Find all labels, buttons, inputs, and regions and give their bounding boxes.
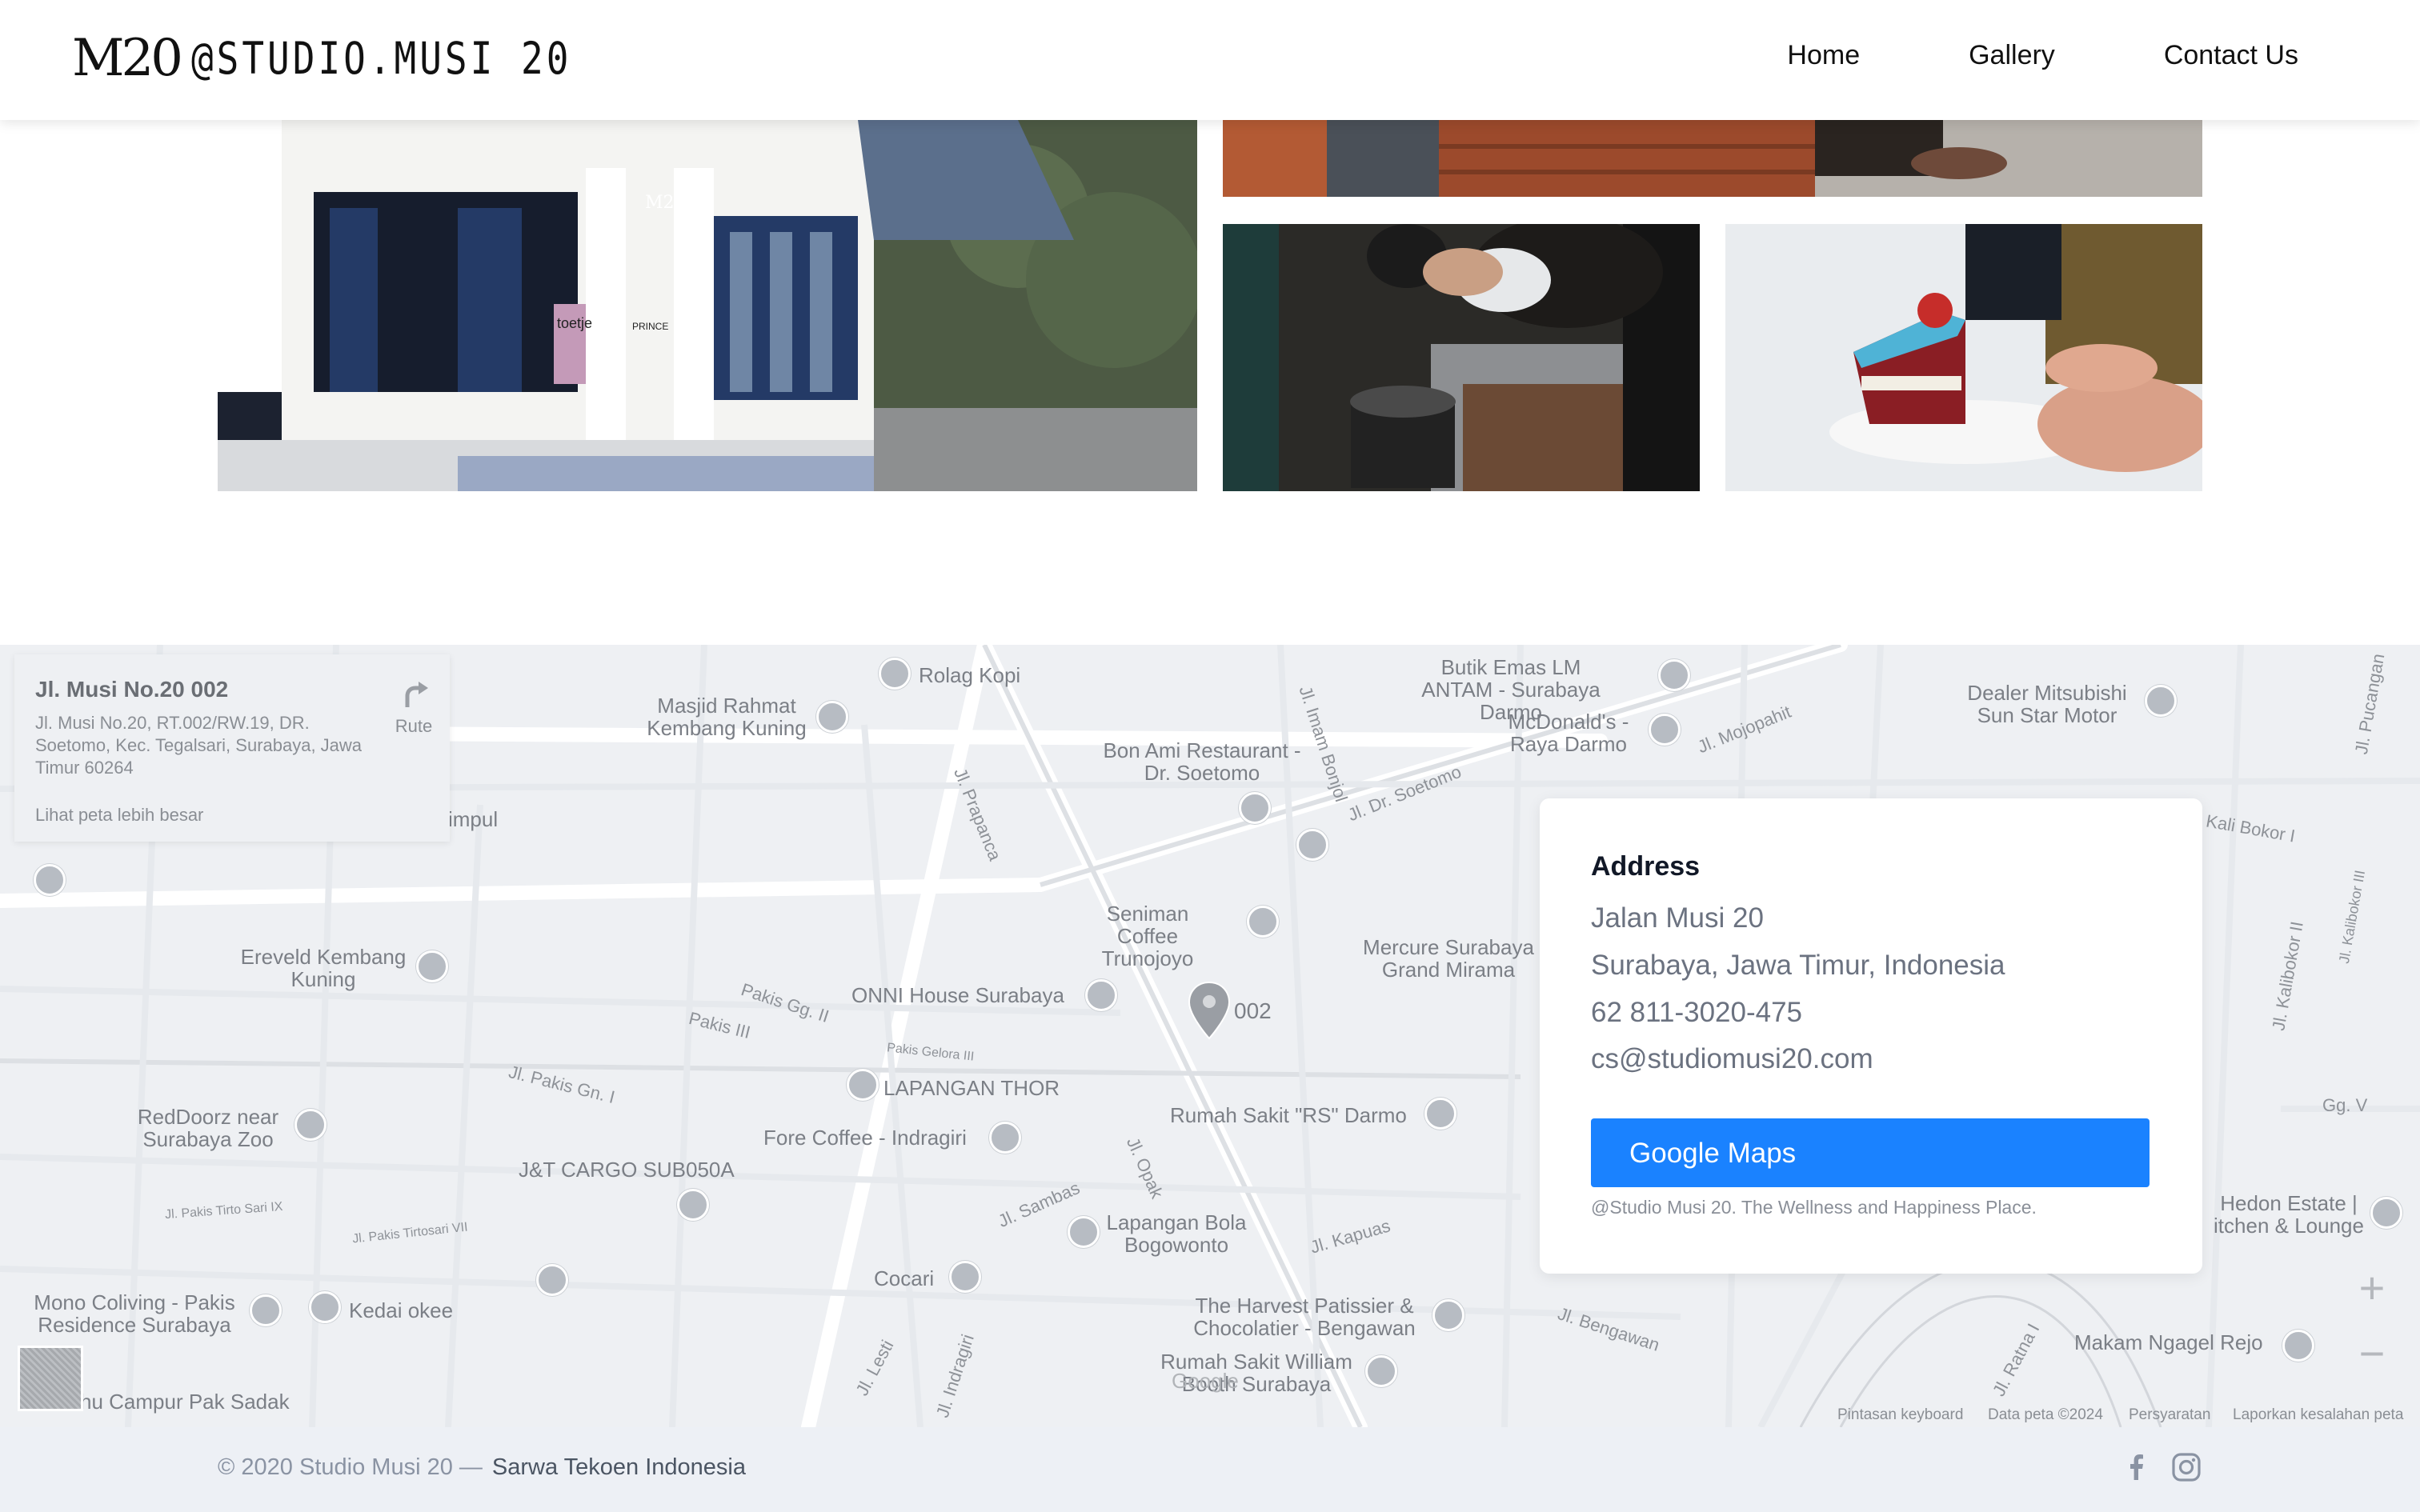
map-label: Ereveld Kembang Kuning [240, 945, 407, 991]
poi-marker[interactable] [847, 1069, 879, 1101]
route-button[interactable]: Rute [379, 678, 448, 737]
address-title: Address [1591, 851, 1701, 882]
building-sign-text: M20 [645, 193, 686, 213]
poi-marker[interactable] [1247, 906, 1279, 938]
nav-home[interactable]: Home [1787, 40, 1860, 71]
address-phone[interactable]: 62 811-3020-475 [1591, 997, 1802, 1029]
larger-map-link[interactable]: Lihat peta lebih besar [35, 805, 203, 826]
poi-marker[interactable] [2370, 1197, 2402, 1229]
building-photo-image: M20 toetje PRINCE [218, 120, 1197, 491]
site-footer: © 2020 Studio Musi 20 — Sarwa Tekoen Indo… [0, 1427, 2420, 1512]
map-label: Seniman Coffee Trunojoyo [1101, 902, 1194, 970]
google-logo: Google [1172, 1369, 1239, 1393]
map-label: Rolag Kopi [919, 663, 1021, 687]
poi-marker[interactable] [2282, 1330, 2314, 1362]
poi-marker[interactable] [250, 1294, 282, 1326]
nav-gallery[interactable]: Gallery [1969, 40, 2055, 71]
map-label: Hedon Estate | itchen & Lounge [2214, 1191, 2364, 1238]
site-logo[interactable]: M20 @STUDIO.MUSI 20 [72, 29, 572, 88]
poi-marker[interactable] [1085, 979, 1117, 1011]
address-street: Jalan Musi 20 [1591, 902, 1764, 934]
map-label: RedDoorz near Surabaya Zoo [137, 1105, 279, 1151]
prince-sign-text: PRINCE [632, 321, 668, 332]
address-card: Address Jalan Musi 20 Surabaya, Jawa Tim… [1540, 798, 2202, 1274]
nav-contact-us[interactable]: Contact Us [2164, 40, 2298, 71]
map-label: Dealer Mitsubishi Sun Star Motor [1967, 681, 2127, 727]
poi-marker[interactable] [1239, 792, 1271, 824]
poi-marker[interactable] [1365, 1355, 1397, 1387]
map-label: Mercure Surabaya Grand Mirama [1363, 935, 1534, 982]
cake-photo-image [1725, 224, 2202, 491]
map-label: hu Campur Pak Sadak [80, 1390, 290, 1414]
facebook-icon[interactable] [2121, 1451, 2153, 1483]
poi-marker[interactable] [1649, 714, 1681, 746]
poi-marker[interactable] [879, 658, 911, 690]
brick-photo-image [1223, 120, 2202, 197]
pin-label: 002 [1234, 998, 1272, 1023]
zoom-out-button[interactable]: − [2351, 1331, 2393, 1376]
map-label: Cocari [874, 1266, 935, 1290]
poi-marker[interactable] [989, 1122, 1021, 1154]
route-label: Rute [395, 716, 433, 736]
map-label: Kedai okee [349, 1298, 454, 1322]
map-place-card: Jl. Musi No.20 002 Jl. Musi No.20, RT.00… [14, 654, 450, 842]
place-address: Jl. Musi No.20, RT.002/RW.19, DR. Soetom… [35, 713, 363, 778]
keyboard-shortcuts-link[interactable]: Pintasan keyboard [1837, 1406, 1963, 1424]
map-label: McDonald's - Raya Darmo [1508, 710, 1629, 756]
instagram-icon[interactable] [2170, 1451, 2202, 1483]
place-title: Jl. Musi No.20 002 [35, 677, 229, 702]
map-satellite-toggle[interactable] [18, 1346, 83, 1411]
map-label: ONNI House Surabaya [851, 983, 1064, 1007]
gallery-photo-barista[interactable] [1223, 224, 1700, 491]
gallery-photo-cake[interactable] [1725, 224, 2202, 491]
poi-marker[interactable] [1432, 1299, 1464, 1331]
map-label: Makam Ngagel Rejo [2074, 1330, 2263, 1354]
poi-marker[interactable] [536, 1264, 568, 1296]
poi-marker[interactable] [677, 1189, 709, 1221]
map-label: Bon Ami Restaurant - Dr. Soetomo [1103, 738, 1301, 785]
poi-marker[interactable] [1068, 1216, 1100, 1248]
poi-marker[interactable] [309, 1291, 341, 1323]
map-label: Mono Coliving - Pakis Residence Surabaya [34, 1290, 235, 1337]
gallery-photo-brick[interactable] [1223, 120, 2202, 197]
poi-marker[interactable] [1296, 829, 1328, 861]
poi-marker[interactable] [416, 950, 448, 982]
map-label: Rumah Sakit "RS" Darmo [1170, 1103, 1407, 1127]
zoom-in-button[interactable]: + [2351, 1266, 2393, 1310]
map-pin-icon[interactable] [1188, 981, 1231, 1040]
poster-text: toetje [557, 315, 592, 331]
map-data-text: Data peta ©2024 [1988, 1406, 2103, 1423]
map-label: The Harvest Patissier & Chocolatier - Be… [1193, 1294, 1416, 1340]
poi-marker[interactable] [816, 701, 848, 733]
map-label: Fore Coffee - Indragiri [763, 1126, 967, 1150]
poi-marker[interactable] [294, 1109, 327, 1141]
poi-marker[interactable] [2145, 685, 2177, 717]
copyright: © 2020 Studio Musi 20 — Sarwa Tekoen Indo… [218, 1454, 746, 1481]
poi-marker[interactable] [1424, 1098, 1456, 1130]
map-label: Masjid Rahmat Kembang Kuning [647, 694, 807, 740]
poi-marker[interactable] [1658, 659, 1690, 691]
google-maps-button[interactable]: Google Maps [1591, 1118, 2150, 1187]
address-email[interactable]: cs@studiomusi20.com [1591, 1043, 1873, 1075]
main-nav: Home Gallery Contact Us [1787, 40, 2298, 71]
terms-link[interactable]: Persyaratan [2129, 1406, 2210, 1424]
site-header: M20 @STUDIO.MUSI 20 Home Gallery Contact… [0, 0, 2420, 120]
address-city: Surabaya, Jawa Timur, Indonesia [1591, 950, 2005, 981]
gallery-photo-building[interactable]: M20 toetje PRINCE [218, 120, 1197, 491]
logo-text: @STUDIO.MUSI 20 [190, 32, 572, 85]
barista-photo-image [1223, 224, 1700, 491]
report-error-link[interactable]: Laporkan kesalahan peta [2233, 1406, 2403, 1424]
directions-icon [405, 682, 428, 707]
address-note: @Studio Musi 20. The Wellness and Happin… [1591, 1197, 2037, 1218]
copyright-text: © 2020 Studio Musi 20 — [218, 1454, 483, 1480]
brand-link[interactable]: Sarwa Tekoen Indonesia [492, 1454, 746, 1480]
logo-mark: M20 [72, 29, 183, 88]
map-label: LAPANGAN THOR [883, 1076, 1060, 1100]
map-label: Gg. V [2322, 1095, 2368, 1115]
poi-marker[interactable] [949, 1261, 981, 1293]
map-label: Lapangan Bola Bogowonto [1106, 1210, 1247, 1257]
map-label: impul [448, 807, 499, 831]
poi-marker[interactable] [34, 864, 66, 896]
map-label: J&T CARGO SUB050A [519, 1158, 735, 1182]
